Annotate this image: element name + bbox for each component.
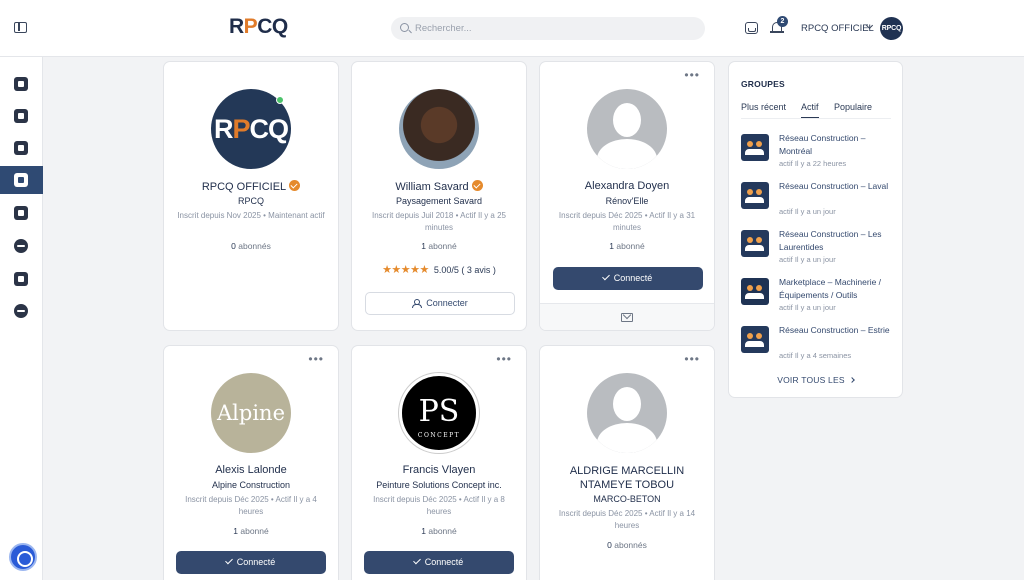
groups-widget: GROUPES Plus récent Actif Populaire Rése…	[728, 61, 903, 398]
member-card[interactable]: William Savard Paysagement Savard Inscri…	[351, 61, 527, 331]
online-status-dot	[276, 96, 284, 104]
tabs-divider	[741, 118, 891, 119]
check-icon	[601, 272, 610, 281]
group-meta: actif Il y a un jour	[779, 303, 836, 312]
member-card[interactable]: ••• Alpine Alexis Lalonde Alpine Constru…	[163, 345, 339, 580]
check-icon	[224, 556, 233, 565]
profile-icon[interactable]	[0, 102, 43, 130]
member-name[interactable]: Alexandra Doyen	[540, 180, 714, 192]
member-name[interactable]: ALDRIGE MARCELLIN NTAMEYE TOBOU	[540, 464, 714, 492]
member-company: Paysagement Savard	[395, 196, 483, 206]
group-icon[interactable]	[741, 326, 769, 353]
more-options-icon[interactable]: •••	[684, 69, 700, 81]
member-meta: Inscrit depuis Nov 2025 • Maintenant act…	[177, 211, 325, 220]
group-name[interactable]: Marketplace – Machinerie / Équipements /…	[779, 276, 899, 302]
more-options-icon[interactable]: •••	[496, 353, 512, 365]
group-name[interactable]: Réseau Construction – Montréal	[779, 132, 899, 158]
member-card[interactable]: ••• PS CONCEPT Francis Vlayen Peinture So…	[351, 345, 527, 580]
member-meta: Inscrit depuis Déc 2025 • Actif Il y a 4…	[185, 495, 317, 516]
verified-icon	[471, 180, 483, 191]
check-icon	[412, 556, 421, 565]
member-name[interactable]: William Savard	[352, 180, 526, 193]
member-meta: Inscrit depuis Juil 2018 • Actif Il y a …	[372, 211, 506, 232]
group-meta: actif Il y a un jour	[779, 255, 836, 264]
user-menu-name[interactable]: RPCQ OFFICIEL	[801, 23, 874, 34]
group-icon[interactable]	[741, 182, 769, 209]
group-name[interactable]: Réseau Construction – Les Laurentides	[779, 228, 899, 254]
search-icon	[400, 23, 409, 32]
member-company: Rénov'Elle	[605, 196, 649, 206]
member-subscribers: 1 abonné	[421, 241, 457, 251]
newsfeed-icon[interactable]	[0, 70, 43, 98]
search-bar[interactable]	[391, 17, 705, 40]
tab-popular[interactable]: Populaire	[834, 102, 872, 117]
member-subscribers: 1 abonné	[421, 526, 457, 536]
member-avatar[interactable]	[587, 373, 667, 453]
groups-icon[interactable]	[0, 134, 43, 162]
member-avatar[interactable]: PS CONCEPT	[399, 373, 479, 453]
accessibility-icon[interactable]	[9, 543, 37, 571]
search-input[interactable]	[415, 20, 685, 37]
group-meta: actif Il y a un jour	[779, 207, 836, 216]
card-footer	[540, 303, 714, 330]
notification-count-badge: 2	[777, 16, 788, 27]
rating-stars-icon: ★★★★★	[382, 264, 429, 276]
connect-button[interactable]: Connecter	[365, 292, 515, 315]
site-logo[interactable]: RPCQ	[229, 15, 288, 39]
member-meta: Inscrit depuis Déc 2025 • Actif Il y a 1…	[558, 509, 696, 530]
mail-icon[interactable]	[621, 313, 633, 322]
member-subscribers: 0 abonnés	[607, 540, 647, 550]
left-sidebar	[0, 57, 43, 580]
member-name[interactable]: Alexis Lalonde	[164, 464, 338, 476]
marketplace-group-icon[interactable]	[741, 278, 769, 305]
member-company: MARCO-BETON	[593, 494, 661, 504]
marketplace-icon[interactable]	[0, 199, 43, 227]
person-add-icon	[412, 299, 423, 308]
groups-title: GROUPES	[741, 79, 785, 89]
connected-button[interactable]: Connecté	[364, 551, 514, 574]
library-icon[interactable]	[0, 265, 43, 293]
tab-active[interactable]: Actif	[801, 102, 819, 118]
member-subscribers: 0 abonnés	[231, 241, 271, 251]
group-meta: actif Il y a 4 semaines	[779, 351, 852, 360]
send-icon[interactable]	[0, 297, 43, 325]
member-avatar[interactable]: Alpine	[211, 373, 291, 453]
connected-button[interactable]: Connecté	[553, 267, 703, 290]
member-card[interactable]: RPCQ RPCQ OFFICIEL RPCQ Inscrit depuis N…	[163, 61, 339, 331]
more-options-icon[interactable]: •••	[684, 353, 700, 365]
member-company: Peinture Solutions Concept inc.	[376, 480, 502, 490]
member-company: Alpine Construction	[211, 480, 291, 490]
tab-recent[interactable]: Plus récent	[741, 102, 786, 117]
member-meta: Inscrit depuis Déc 2025 • Actif Il y a 8…	[373, 495, 505, 516]
member-rating: ★★★★★ 5.00/5 ( 3 avis )	[382, 264, 496, 276]
group-icon[interactable]	[741, 134, 769, 161]
user-avatar[interactable]: RPCQ	[880, 17, 903, 40]
member-meta: Inscrit depuis Déc 2025 • Actif Il y a 3…	[558, 211, 696, 232]
group-meta: actif Il y a 22 heures	[779, 159, 847, 168]
member-name[interactable]: Francis Vlayen	[352, 464, 526, 476]
member-name[interactable]: RPCQ OFFICIEL	[164, 180, 338, 193]
add-icon[interactable]	[0, 232, 43, 260]
chevron-right-icon	[848, 377, 855, 383]
member-subscribers: 1 abonné	[233, 526, 269, 536]
members-icon[interactable]	[0, 166, 43, 194]
member-card[interactable]: ••• Alexandra Doyen Rénov'Elle Inscrit d…	[539, 61, 715, 331]
member-card[interactable]: ••• ALDRIGE MARCELLIN NTAMEYE TOBOU MARC…	[539, 345, 715, 580]
group-icon[interactable]	[741, 230, 769, 257]
see-all-groups-link[interactable]: VOIR TOUS LES	[729, 375, 902, 385]
more-options-icon[interactable]: •••	[308, 353, 324, 365]
verified-icon	[289, 180, 301, 191]
sidebar-toggle-icon[interactable]	[14, 22, 27, 33]
inbox-icon[interactable]	[745, 22, 758, 34]
connected-button[interactable]: Connecté	[176, 551, 326, 574]
member-avatar[interactable]	[399, 89, 479, 169]
member-avatar[interactable]	[587, 89, 667, 169]
member-subscribers: 1 abonné	[609, 241, 645, 251]
group-name[interactable]: Réseau Construction – Estrie	[779, 324, 899, 337]
member-company: RPCQ	[237, 196, 264, 206]
top-bar: RPCQ 2 RPCQ OFFICIEL RPCQ	[0, 0, 1024, 57]
group-name[interactable]: Réseau Construction – Laval	[779, 180, 899, 193]
